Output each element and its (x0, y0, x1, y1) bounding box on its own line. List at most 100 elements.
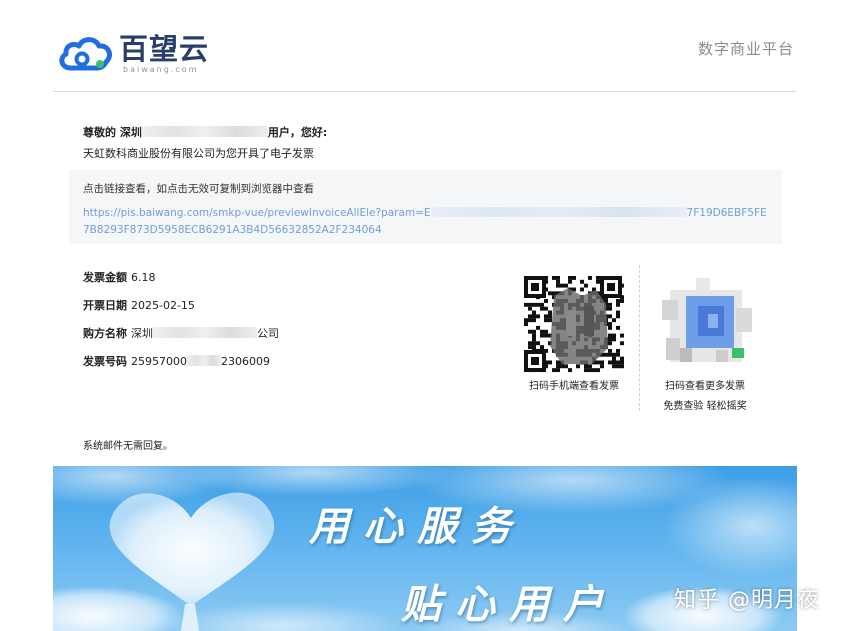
qr-module (608, 337, 612, 342)
qr-module (608, 314, 612, 319)
buyer-label: 购方名称 (83, 327, 127, 340)
qr-module (620, 364, 624, 369)
qr-module (556, 364, 560, 369)
baiwang-logo[interactable]: 百望云 baiwang.com (57, 28, 217, 74)
qr-module (612, 333, 616, 338)
qr-module (540, 329, 544, 334)
qr-module (604, 352, 608, 357)
qr-module (544, 333, 548, 338)
qr-module (528, 314, 532, 319)
qr-module (544, 318, 548, 323)
qr-module (560, 364, 564, 369)
qr-module (592, 368, 596, 373)
date-value: 2025-02-15 (131, 299, 195, 312)
qr-module (556, 368, 560, 373)
zhihu-watermark: 知乎 @明月夜 (674, 588, 820, 613)
app-caption-lottery: 免费查验 轻松摇奖 (663, 401, 747, 412)
link-url-start[interactable]: https://pis.baiwang.com/smkp-vue/preview… (83, 207, 431, 219)
qr-module (544, 329, 548, 334)
qr-module (528, 341, 532, 346)
qr-module (540, 345, 544, 350)
qr-module (612, 360, 616, 365)
invoice-link-box: 点击链接查看，如点击无效可复制到浏览器中查看 https://pis.baiwa… (69, 170, 782, 244)
qr-module (556, 360, 560, 365)
qr-module (564, 283, 568, 288)
logo-name: 百望云 (119, 32, 210, 66)
qr-module (616, 325, 620, 330)
qr-module (616, 360, 620, 365)
qr-module (548, 318, 552, 323)
qr-module (532, 345, 536, 350)
invoice-info: 发票金额 6.18 开票日期 2025-02-15 购方名称 深圳 公司 发票号码 259… (83, 271, 279, 383)
qr-module (548, 360, 552, 365)
platform-title: 数字商业平台 (697, 40, 794, 58)
qr-module (612, 337, 616, 342)
qr-module (552, 291, 556, 296)
qr-code-icon[interactable] (522, 274, 624, 374)
qr-module (612, 352, 616, 357)
qr-module (600, 364, 604, 369)
qr-module (608, 302, 612, 307)
qr-module (540, 302, 544, 307)
date-row: 开票日期 2025-02-15 (83, 299, 279, 327)
invoice-link[interactable]: https://pis.baiwang.com/smkp-vue/preview… (83, 205, 773, 239)
qr-module (588, 276, 592, 280)
redacted-buyer (153, 327, 257, 338)
qr-module (536, 341, 540, 346)
date-label: 开票日期 (83, 299, 127, 312)
qr-module (544, 306, 548, 311)
qr-module (560, 283, 564, 288)
qr-module (540, 306, 544, 311)
qr-module (616, 299, 620, 303)
redacted-name (141, 126, 268, 137)
qr-module (612, 364, 616, 369)
qr-module (600, 360, 604, 365)
qr-module (528, 318, 532, 323)
qr-module (548, 314, 552, 319)
qr-module (532, 329, 536, 334)
qr-module (568, 276, 572, 280)
qr-module (620, 333, 624, 338)
qr-module (528, 329, 532, 334)
redacted-number (187, 355, 221, 366)
qr-module (568, 368, 572, 373)
qr-module (608, 348, 612, 353)
qr-module (612, 318, 616, 323)
issuer-line: 天虹数科商业股份有限公司为您开具了电子发票 (83, 147, 314, 160)
qr-module (556, 283, 560, 288)
qr-module (608, 306, 612, 311)
qr-module (544, 299, 548, 303)
qr-module (528, 302, 532, 307)
qr-module (528, 306, 532, 311)
qr-module (616, 364, 620, 369)
redacted-link-part (430, 207, 687, 217)
qr-module (620, 299, 624, 303)
qr-module (536, 325, 540, 330)
qr-module (608, 341, 612, 346)
qr-module (616, 352, 620, 357)
qr-module (608, 322, 612, 326)
qr-module (548, 291, 552, 296)
number-prefix: 25957000 (131, 355, 187, 368)
cloud-logo-icon (59, 37, 112, 71)
qr-module (596, 279, 600, 284)
qr-module (596, 276, 600, 280)
qr-module (556, 279, 560, 284)
qr-module (596, 368, 600, 373)
qr-module (552, 276, 556, 280)
number-suffix: 2306009 (221, 355, 270, 368)
qr-module (524, 302, 528, 307)
qr-module (580, 279, 584, 284)
app-qr-icon[interactable] (656, 278, 756, 374)
qr-module (608, 325, 612, 330)
qr-module (588, 364, 592, 369)
qr-module (532, 314, 536, 319)
logo-domain: baiwang.com (123, 65, 199, 74)
email-header: 百望云 baiwang.com 数字商业平台 (53, 18, 796, 92)
qr-module (548, 310, 552, 315)
qr-module (544, 314, 548, 319)
qr-module (532, 318, 536, 323)
qr-module (596, 360, 600, 365)
qr-module (616, 310, 620, 315)
no-reply-notice: 系统邮件无需回复。 (83, 441, 173, 452)
